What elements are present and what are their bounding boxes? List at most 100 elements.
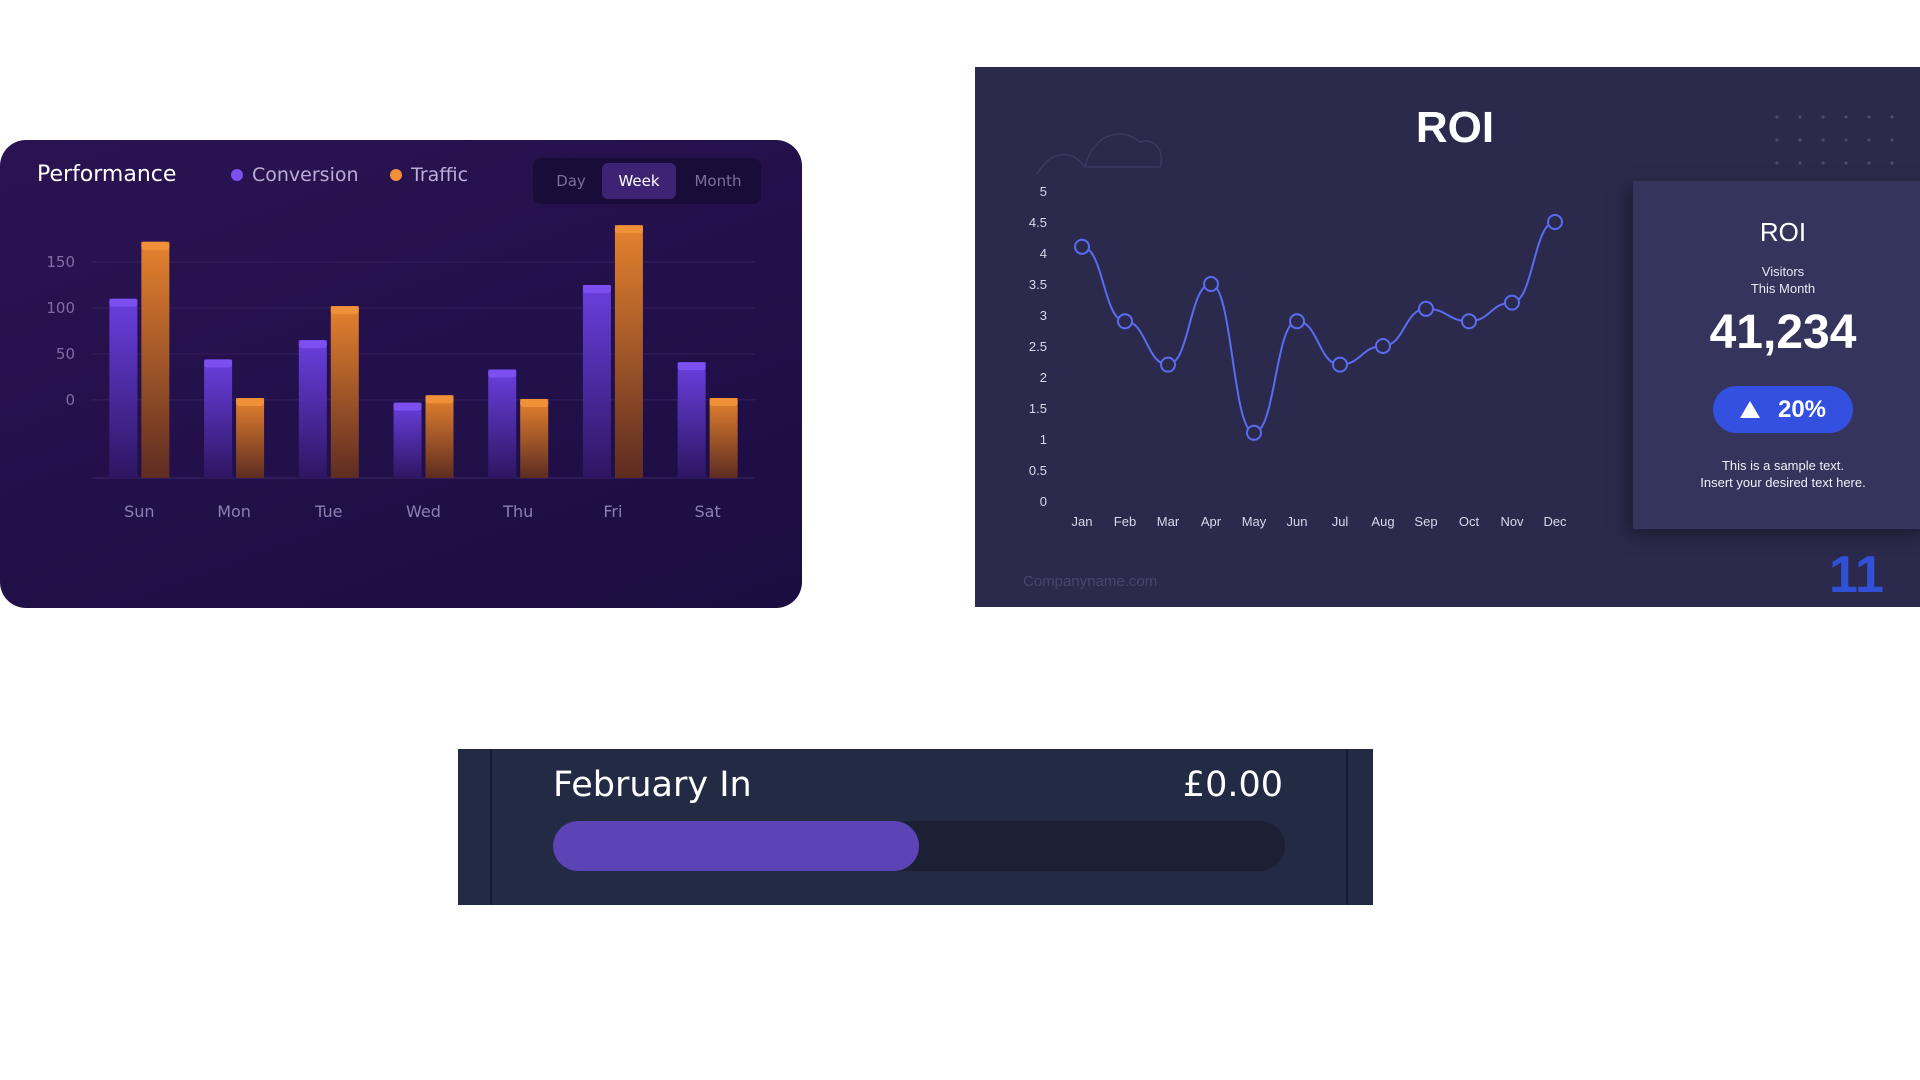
- x-tick-label: Sep: [1414, 514, 1437, 529]
- roi-point: [1074, 238, 1090, 255]
- card-note-line2: Insert your desired text here.: [1700, 475, 1866, 490]
- x-tick-label: Nov: [1500, 514, 1524, 529]
- range-week-button[interactable]: Week: [602, 163, 676, 199]
- x-tick-label: Aug: [1371, 514, 1394, 529]
- roi-point: [1375, 338, 1391, 354]
- traffic-bar: [614, 225, 643, 478]
- triangle-up-icon: [1739, 401, 1760, 418]
- decor-dot: [1844, 161, 1848, 165]
- x-tick-label: Fri: [603, 502, 622, 521]
- x-tick-label: Mon: [217, 502, 251, 521]
- card-subtitle-line2: This Month: [1750, 281, 1816, 296]
- traffic-bar: [425, 395, 454, 478]
- visitors-value: 41,234: [1709, 306, 1857, 359]
- x-tick-label: Dec: [1543, 514, 1567, 529]
- x-tick-label: Mar: [1157, 514, 1180, 529]
- decor-dot: [1890, 161, 1894, 165]
- x-tick-label: Thu: [502, 502, 533, 521]
- roi-point: [1418, 300, 1434, 317]
- conversion-dot-icon: [231, 169, 243, 181]
- february-label: February In: [553, 765, 752, 805]
- y-tick-label: 100: [46, 299, 75, 317]
- y-tick-label: 0: [65, 391, 75, 409]
- conversion-bar-cap: [488, 369, 517, 378]
- roi-point: [1504, 294, 1520, 311]
- x-tick-label: Wed: [406, 502, 441, 521]
- legend-conversion-label: Conversion: [252, 164, 359, 186]
- roi-series-line: [1081, 221, 1556, 434]
- x-tick-label: Sat: [695, 502, 721, 521]
- conversion-bar-cap: [204, 359, 233, 368]
- y-tick-label: 4: [1040, 246, 1047, 261]
- slide-number: 11: [1829, 546, 1884, 604]
- traffic-bar-cap: [520, 398, 549, 407]
- legend-conversion: Conversion: [231, 164, 359, 186]
- growth-badge-label: 20%: [1777, 395, 1827, 423]
- card-title: ROI: [1759, 217, 1807, 247]
- x-tick-label: Apr: [1201, 514, 1222, 529]
- card-note-line1: This is a sample text.: [1721, 458, 1845, 473]
- range-toggle: Day Week Month: [533, 158, 761, 204]
- progress-track: [553, 821, 1285, 871]
- roi-point: [1461, 313, 1477, 330]
- y-tick-label: 0: [1040, 494, 1047, 509]
- card-subtitle: Visitors This Month: [1633, 263, 1920, 297]
- performance-bar-chart: 0 50 100 150 Sun Mon Tue Wed Thu Fri Sat: [46, 225, 755, 521]
- y-tick-label: 2.5: [1029, 339, 1047, 354]
- traffic-bar-cap: [614, 225, 643, 234]
- decor-dot: [1821, 161, 1825, 165]
- range-day-button[interactable]: Day: [541, 163, 601, 199]
- company-footer: Companyname.com: [1023, 573, 1158, 590]
- roi-slide: 0 0.5 1 1.5 2 2.5 3 3.5 4 4.5 5 Jan Feb Mar Apr May Jun J…: [975, 67, 1920, 607]
- y-tick-label: 1.5: [1029, 401, 1047, 416]
- y-tick-label: 150: [46, 253, 75, 271]
- roi-point: [1547, 214, 1563, 230]
- roi-point: [1289, 313, 1305, 330]
- traffic-bar-cap: [709, 398, 738, 407]
- roi-point: [1203, 276, 1219, 292]
- range-month-button[interactable]: Month: [680, 163, 756, 199]
- traffic-bar: [141, 241, 170, 478]
- y-tick-label: 3.5: [1029, 277, 1047, 292]
- x-tick-label: Oct: [1459, 514, 1480, 529]
- y-tick-label: 5: [1040, 184, 1047, 199]
- y-tick-label: 4.5: [1029, 215, 1047, 230]
- y-tick-label: 2: [1040, 370, 1047, 385]
- y-tick-label: 0.5: [1029, 463, 1047, 478]
- traffic-dot-icon: [390, 169, 402, 181]
- conversion-bar-cap: [677, 362, 706, 371]
- traffic-bar-cap: [141, 241, 170, 250]
- conversion-bar: [298, 340, 327, 478]
- x-tick-label: Jun: [1287, 514, 1308, 529]
- legend-traffic: Traffic: [390, 164, 468, 186]
- roi-summary-card: ROI Visitors This Month 41,234 20% This …: [1633, 181, 1920, 529]
- card-subtitle-line1: Visitors: [1761, 264, 1805, 279]
- traffic-bar: [236, 398, 265, 478]
- roi-point: [1246, 424, 1262, 441]
- decor-dot: [1775, 161, 1779, 165]
- left-divider: [490, 749, 492, 905]
- traffic-bar-cap: [425, 395, 454, 404]
- performance-title: Performance: [37, 162, 177, 187]
- conversion-bar-cap: [298, 340, 327, 349]
- x-tick-label: Tue: [314, 502, 342, 521]
- february-progress-card: February In £0.00: [458, 749, 1373, 905]
- roi-point: [1160, 356, 1176, 373]
- progress-fill: [553, 821, 919, 871]
- roi-title: ROI: [1415, 103, 1495, 152]
- traffic-bar-cap: [330, 306, 359, 315]
- february-amount: £0.00: [1182, 765, 1283, 805]
- x-tick-label: May: [1242, 514, 1267, 529]
- decor-dot: [1867, 161, 1871, 165]
- traffic-bar: [330, 306, 359, 478]
- conversion-bar: [109, 298, 138, 478]
- growth-badge: 20%: [1713, 386, 1853, 433]
- traffic-bar-cap: [236, 398, 265, 407]
- roi-point: [1117, 313, 1133, 330]
- x-tick-label: Feb: [1114, 514, 1136, 529]
- conversion-bar: [204, 359, 233, 478]
- legend-traffic-label: Traffic: [411, 164, 469, 186]
- conversion-bar-cap: [109, 298, 138, 307]
- conversion-bar: [393, 402, 422, 478]
- y-tick-label: 3: [1040, 308, 1047, 323]
